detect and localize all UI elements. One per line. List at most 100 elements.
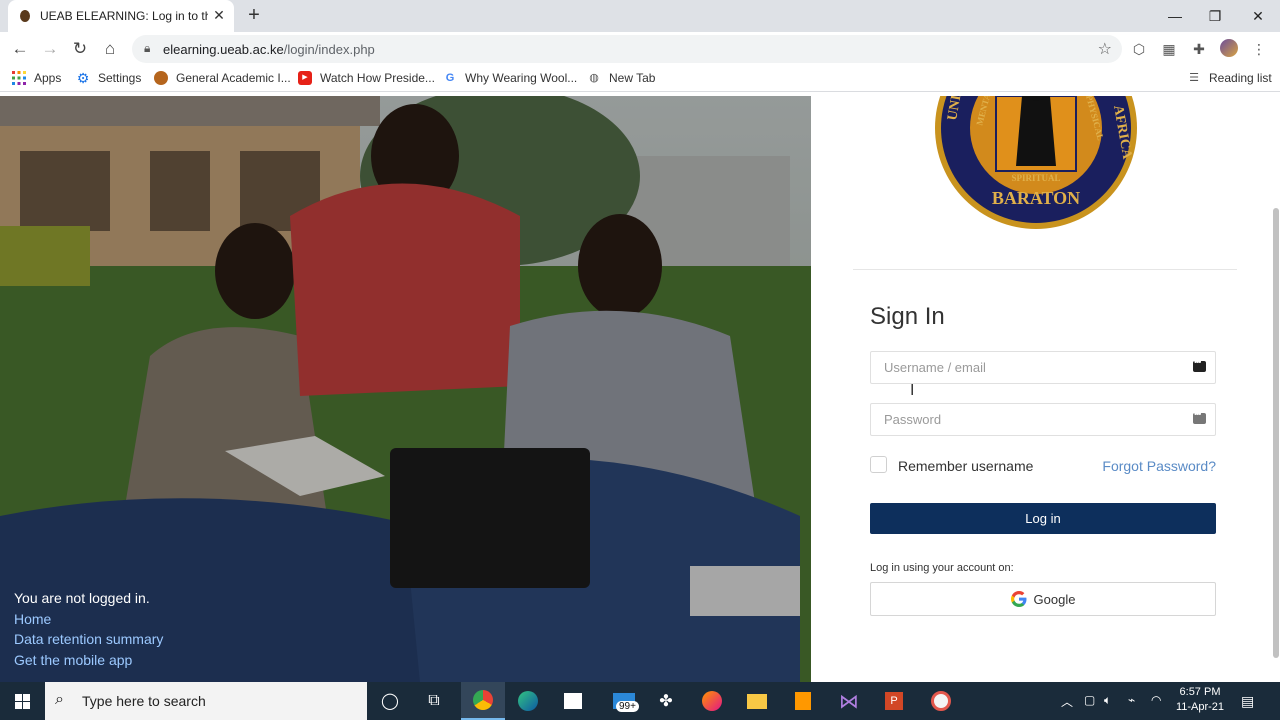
hero-image: You are not logged in. Home Data retenti… [0,96,811,682]
reading-list-label: Reading list [1209,71,1272,85]
tray-chevron-up-icon[interactable]: ︿ [1061,693,1073,710]
google-icon [1010,591,1027,607]
browser-toolbar: ← → ↻ ⌂ 🔒︎ elearning.ueab.ac.ke/login/in… [0,32,1280,66]
back-button[interactable]: ← [8,37,32,61]
text-cursor-icon: I [910,382,915,399]
bookmark-label: New Tab [609,71,656,85]
password-manager-icon[interactable] [1193,409,1206,424]
bookmark-new-tab[interactable]: ◍ New Tab [587,71,655,85]
mobile-app-link[interactable]: Get the mobile app [14,650,163,671]
volume-icon[interactable]: 🔈︎ [1104,693,1111,708]
task-view-button[interactable]: ⧉ [412,682,456,720]
url-text: elearning.ueab.ac.ke/login/index.php [163,42,375,57]
reload-button[interactable]: ↻ [68,37,92,61]
close-tab-icon[interactable]: ✕ [210,6,228,24]
page-scrollbar[interactable] [1273,208,1279,658]
lock-icon: 🔒︎ [144,41,151,55]
logo-divider [853,269,1237,270]
visual-studio-icon: ⋈ [839,690,859,713]
taskbar-clock[interactable]: 6:57 PM 11-Apr-21 [1170,685,1230,715]
google-icon: G [445,72,455,84]
taskbar-firefox[interactable] [690,682,734,720]
taskbar-app[interactable] [919,682,963,720]
wifi-icon[interactable]: ◠ [1151,693,1161,707]
profile-avatar[interactable] [1219,39,1239,59]
folder-icon [747,693,767,709]
close-window-button[interactable]: ✕ [1238,4,1278,28]
google-login-button[interactable]: Google [870,582,1216,616]
bookmark-label: Why Wearing Wool... [465,71,578,85]
tab-title: UEAB ELEARNING: Log in to the site [40,9,208,23]
password-input[interactable] [871,404,1215,435]
cortana-button[interactable]: ◯ [368,682,412,720]
taskbar-mail[interactable]: 99+ [602,682,646,720]
taskbar-visual-studio[interactable]: ⋈ [827,682,871,720]
password-manager-icon[interactable] [1193,357,1206,372]
app-icon [931,691,951,711]
restore-button[interactable]: ❐ [1195,4,1235,28]
bookmark-settings[interactable]: ⚙ Settings [76,70,142,86]
login-panel: BARATON SPIRITUAL UNIVERSITY AFRICA MENT… [811,96,1280,682]
bookmark-general-academic[interactable]: General Academic I... [154,71,291,85]
game-controller-icon: ✤ [659,693,673,710]
bookmark-wool[interactable]: G Why Wearing Wool... [443,71,578,85]
windows-logo-icon [15,694,30,709]
data-retention-link[interactable]: Data retention summary [14,629,163,650]
start-button[interactable] [0,682,45,720]
svg-text:BARATON: BARATON [992,188,1080,208]
puzzle-extensions-icon[interactable]: ✚ [1189,39,1209,59]
google-button-label: Google [1033,591,1076,607]
network-off-icon[interactable]: ⌁ [1128,693,1135,707]
remember-username-checkbox[interactable] [870,456,887,473]
ueab-favicon-icon [20,10,30,22]
search-icon: ⌕ [55,691,64,708]
not-logged-in-text: You are not logged in. [14,590,150,606]
sublime-icon [795,692,811,710]
chrome-icon [473,690,493,710]
page-content: You are not logged in. Home Data retenti… [0,96,1280,682]
bookmarks-bar: Apps ⚙ Settings General Academic I... ▶ … [0,66,1280,92]
bookmark-label: Apps [34,71,62,85]
apps-grid-icon [12,71,26,85]
youtube-icon: ▶ [298,71,312,85]
forgot-password-link[interactable]: Forgot Password? [1102,458,1216,474]
login-button[interactable]: Log in [870,503,1216,534]
username-field[interactable] [870,351,1216,384]
home-link[interactable]: Home [14,609,163,630]
taskbar-store[interactable] [551,682,595,720]
username-input[interactable] [871,352,1215,383]
page-title: Sign In [870,303,945,330]
gear-icon: ⚙ [76,70,90,86]
password-field[interactable] [870,403,1216,436]
bookmark-apps[interactable]: Apps [12,71,61,85]
browser-menu-icon[interactable]: ⋮ [1249,39,1269,59]
extension-shield-icon[interactable]: ⬡ [1129,39,1149,59]
taskbar-powerpoint[interactable]: P [872,682,916,720]
windows-taskbar: ⌕ Type here to search ◯ ⧉ 99+ ✤ ⋈ P ︿ ▢ … [0,682,1280,720]
taskbar-search[interactable]: ⌕ Type here to search [45,682,367,720]
notifications-icon[interactable]: ▤ [1241,693,1254,710]
tray-device-icon[interactable]: ▢ [1084,693,1095,707]
sso-label: Log in using your account on: [870,562,1014,574]
bookmark-label: Settings [98,71,142,85]
extension-icon[interactable]: ▦ [1159,39,1179,59]
address-bar[interactable]: 🔒︎ elearning.ueab.ac.ke/login/index.php … [132,35,1122,63]
taskbar-sublime[interactable] [781,682,825,720]
bookmark-youtube[interactable]: ▶ Watch How Preside... [298,71,435,85]
taskbar-chrome[interactable] [461,682,505,720]
taskbar-edge[interactable] [506,682,550,720]
firefox-icon [702,691,722,711]
taskbar-game[interactable]: ✤ [644,682,688,720]
reading-list-button[interactable]: ☰ Reading list [1187,71,1272,85]
reading-list-icon: ☰ [1189,72,1199,84]
taskbar-file-explorer[interactable] [735,682,779,720]
browser-tab[interactable]: UEAB ELEARNING: Log in to the site ✕ [8,0,234,32]
clock-date: 11-Apr-21 [1175,701,1225,713]
forward-button[interactable]: → [38,37,62,61]
remember-username-label[interactable]: Remember username [898,458,1033,474]
edge-icon [518,691,538,711]
minimize-button[interactable]: — [1155,4,1195,28]
bookmark-star-icon[interactable]: ☆ [1098,39,1112,59]
new-tab-button[interactable]: + [243,5,265,27]
home-button[interactable]: ⌂ [98,37,122,61]
